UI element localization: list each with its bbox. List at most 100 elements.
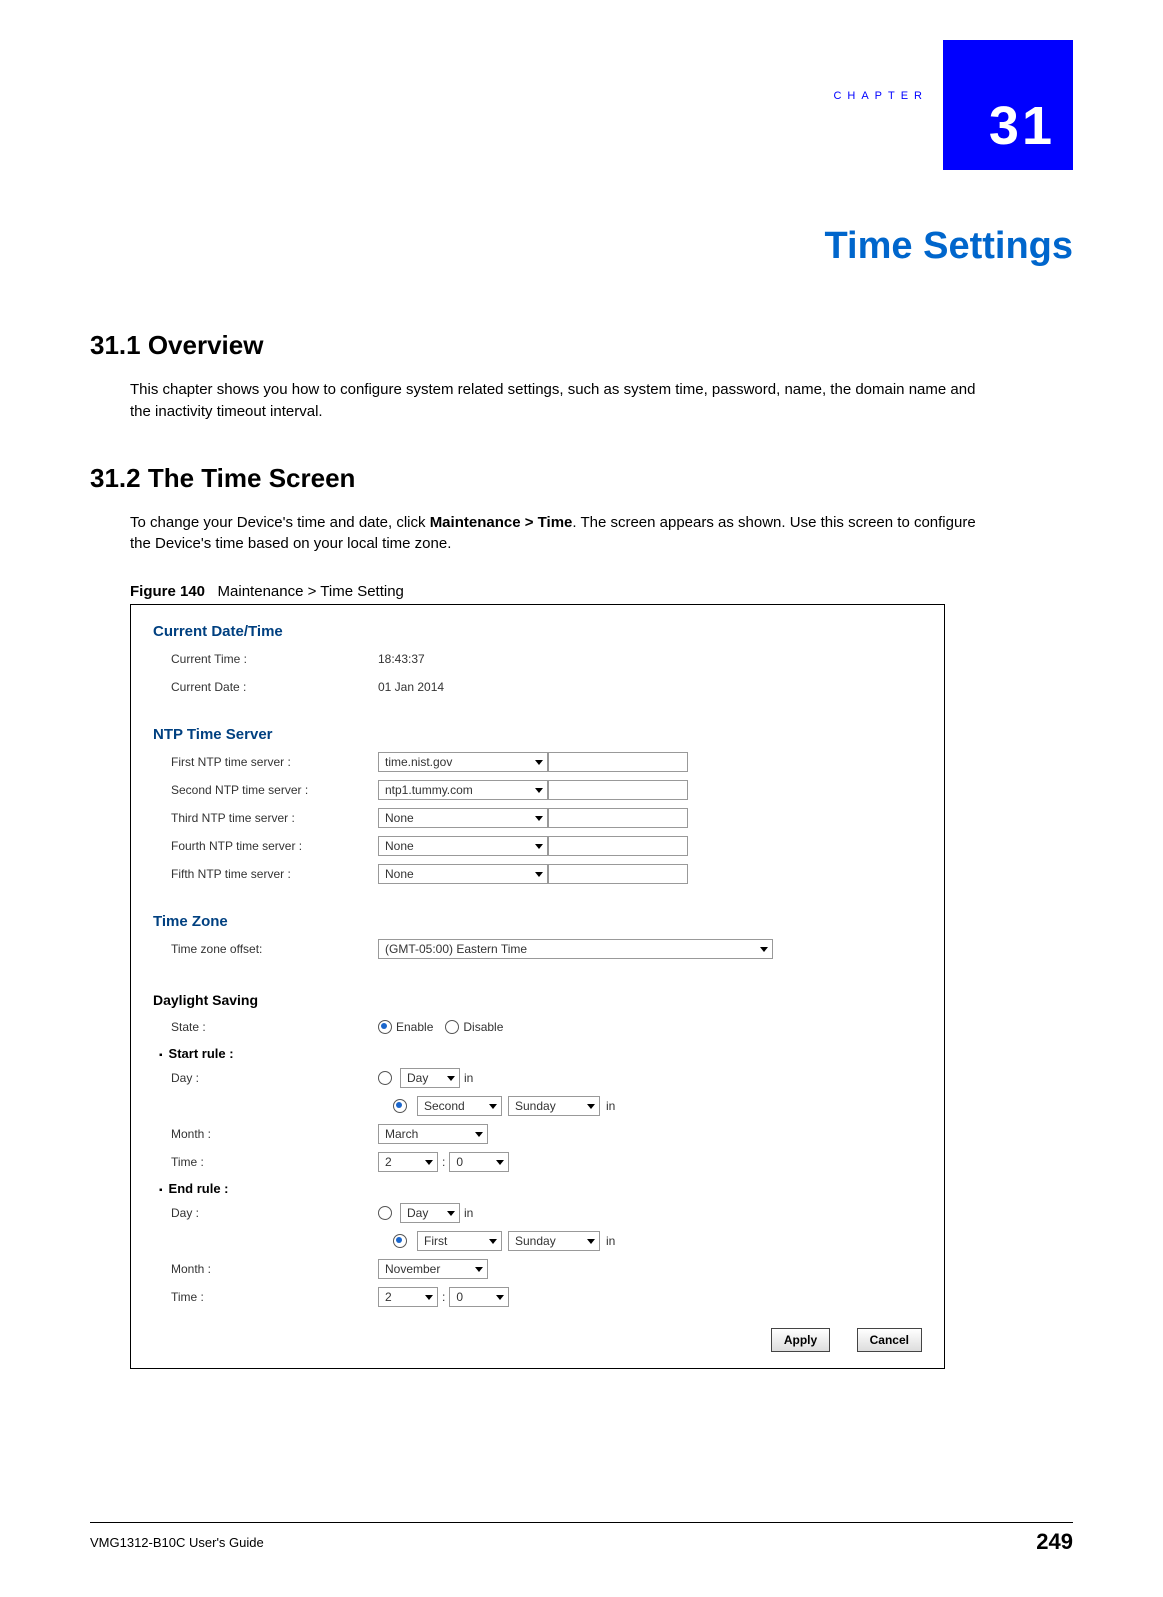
start-day-mode-fixed-radio[interactable] xyxy=(378,1071,392,1085)
section-heading-overview: 31.1 Overview xyxy=(90,330,1073,361)
start-hour-select[interactable]: 2 xyxy=(378,1152,438,1172)
end-hour-value: 2 xyxy=(385,1290,392,1304)
start-day-label: Day : xyxy=(153,1071,378,1085)
ntp4-select[interactable]: None xyxy=(378,836,548,856)
start-ordinal-value: Second xyxy=(424,1099,465,1113)
ntp2-select[interactable]: ntp1.tummy.com xyxy=(378,780,548,800)
start-day-in-text: in xyxy=(464,1071,473,1085)
start-ord-in-text: in xyxy=(606,1099,615,1113)
time-body-prefix: To change your Device's time and date, c… xyxy=(130,514,430,531)
ntp1-label: First NTP time server : xyxy=(153,755,378,769)
ntp5-select-value: None xyxy=(385,867,414,881)
ntp3-custom-input[interactable] xyxy=(548,808,688,828)
chevron-down-icon xyxy=(535,844,543,849)
chevron-down-icon xyxy=(535,788,543,793)
start-weekday-select[interactable]: Sunday xyxy=(508,1096,600,1116)
ntp5-select[interactable]: None xyxy=(378,864,548,884)
page-title: Time Settings xyxy=(825,225,1073,268)
end-minute-select[interactable]: 0 xyxy=(449,1287,509,1307)
ntp3-label: Third NTP time server : xyxy=(153,811,378,825)
chevron-down-icon xyxy=(447,1076,455,1081)
ntp3-select[interactable]: None xyxy=(378,808,548,828)
dst-disable-text: Disable xyxy=(463,1020,503,1034)
start-ordinal-select[interactable]: Second xyxy=(417,1096,502,1116)
chevron-down-icon xyxy=(535,872,543,877)
start-hour-value: 2 xyxy=(385,1155,392,1169)
start-minute-value: 0 xyxy=(456,1155,463,1169)
figure-caption: Figure 140 Maintenance > Time Setting xyxy=(130,583,1073,600)
time-body-path: Maintenance > Time xyxy=(430,514,573,531)
ntp1-custom-input[interactable] xyxy=(548,752,688,772)
start-rule-heading: Start rule : xyxy=(159,1046,922,1061)
chevron-down-icon xyxy=(535,760,543,765)
ntp-heading: NTP Time Server xyxy=(153,726,922,743)
time-screen-paragraph: To change your Device's time and date, c… xyxy=(130,512,980,556)
chapter-label: CHAPTER xyxy=(833,90,928,102)
end-day-label: Day : xyxy=(153,1206,378,1220)
end-day-fixed-value: Day xyxy=(407,1206,428,1220)
end-minute-value: 0 xyxy=(456,1290,463,1304)
timezone-label: Time zone offset: xyxy=(153,942,378,956)
cancel-button[interactable]: Cancel xyxy=(857,1328,922,1352)
time-colon: : xyxy=(442,1155,445,1169)
end-hour-select[interactable]: 2 xyxy=(378,1287,438,1307)
start-minute-select[interactable]: 0 xyxy=(449,1152,509,1172)
dst-heading: Daylight Saving xyxy=(153,992,922,1008)
start-day-mode-ord-radio[interactable] xyxy=(393,1099,407,1113)
dst-disable-radio[interactable] xyxy=(445,1020,459,1034)
end-month-label: Month : xyxy=(153,1262,378,1276)
chevron-down-icon xyxy=(425,1295,433,1300)
end-weekday-select[interactable]: Sunday xyxy=(508,1231,600,1251)
button-row: Apply Cancel xyxy=(153,1328,922,1352)
ntp3-select-value: None xyxy=(385,811,414,825)
chapter-number-badge: 31 xyxy=(943,40,1073,170)
chevron-down-icon xyxy=(489,1239,497,1244)
start-day-fixed-select[interactable]: Day xyxy=(400,1068,460,1088)
current-date-value: 01 Jan 2014 xyxy=(378,680,444,694)
start-month-label: Month : xyxy=(153,1127,378,1141)
end-month-value: November xyxy=(385,1262,440,1276)
dst-enable-text: Enable xyxy=(396,1020,433,1034)
start-time-label: Time : xyxy=(153,1155,378,1169)
end-ordinal-value: First xyxy=(424,1234,447,1248)
ntp1-select[interactable]: time.nist.gov xyxy=(378,752,548,772)
current-time-value: 18:43:37 xyxy=(378,652,425,666)
chevron-down-icon xyxy=(587,1104,595,1109)
chevron-down-icon xyxy=(496,1295,504,1300)
ntp1-select-value: time.nist.gov xyxy=(385,755,452,769)
page-footer: VMG1312-B10C User's Guide 249 xyxy=(90,1522,1073,1555)
ntp5-label: Fifth NTP time server : xyxy=(153,867,378,881)
timezone-heading: Time Zone xyxy=(153,913,922,930)
ntp4-label: Fourth NTP time server : xyxy=(153,839,378,853)
ntp2-label: Second NTP time server : xyxy=(153,783,378,797)
end-time-label: Time : xyxy=(153,1290,378,1304)
end-day-in-text: in xyxy=(464,1206,473,1220)
current-datetime-heading: Current Date/Time xyxy=(153,623,922,640)
end-day-mode-fixed-radio[interactable] xyxy=(378,1206,392,1220)
apply-button[interactable]: Apply xyxy=(771,1328,830,1352)
end-day-fixed-select[interactable]: Day xyxy=(400,1203,460,1223)
ntp2-select-value: ntp1.tummy.com xyxy=(385,783,473,797)
ntp4-custom-input[interactable] xyxy=(548,836,688,856)
chevron-down-icon xyxy=(475,1267,483,1272)
dst-enable-radio[interactable] xyxy=(378,1020,392,1034)
figure-title: Maintenance > Time Setting xyxy=(218,583,404,600)
timezone-value: (GMT-05:00) Eastern Time xyxy=(385,942,527,956)
end-ordinal-select[interactable]: First xyxy=(417,1231,502,1251)
chevron-down-icon xyxy=(496,1160,504,1165)
start-weekday-value: Sunday xyxy=(515,1099,556,1113)
chevron-down-icon xyxy=(489,1104,497,1109)
ntp2-custom-input[interactable] xyxy=(548,780,688,800)
end-rule-heading: End rule : xyxy=(159,1181,922,1196)
ntp5-custom-input[interactable] xyxy=(548,864,688,884)
overview-paragraph: This chapter shows you how to configure … xyxy=(130,379,980,423)
start-month-value: March xyxy=(385,1127,418,1141)
end-month-select[interactable]: November xyxy=(378,1259,488,1279)
timezone-select[interactable]: (GMT-05:00) Eastern Time xyxy=(378,939,773,959)
ntp4-select-value: None xyxy=(385,839,414,853)
start-month-select[interactable]: March xyxy=(378,1124,488,1144)
dst-state-label: State : xyxy=(153,1020,378,1034)
end-day-mode-ord-radio[interactable] xyxy=(393,1234,407,1248)
start-day-fixed-value: Day xyxy=(407,1071,428,1085)
end-time-colon: : xyxy=(442,1290,445,1304)
